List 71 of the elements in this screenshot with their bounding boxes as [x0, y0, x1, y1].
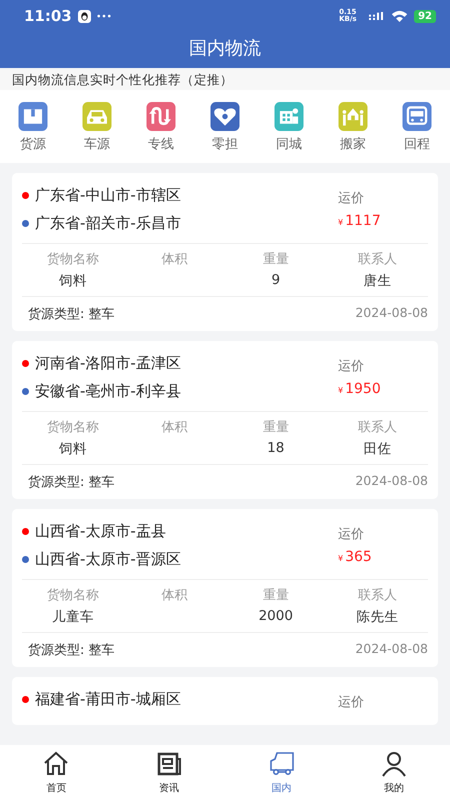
origin-place: 山西省-太原市-盂县 — [35, 522, 166, 540]
column-header: 重量 — [262, 251, 290, 268]
category-label[interactable]: 车源 — [84, 135, 110, 153]
post-date: 2024-08-08 — [355, 473, 428, 490]
post-date: 2024-08-08 — [355, 305, 428, 322]
listing-card[interactable]: 福建省-莆田市-城厢区 运价 — [12, 677, 438, 725]
category-label[interactable]: 零担 — [212, 135, 238, 153]
price-label: 运价 — [338, 190, 365, 207]
post-date: 2024-08-08 — [355, 641, 428, 658]
cell-value: 田佐 — [362, 440, 392, 458]
nav-tab[interactable]: 国内 — [241, 745, 322, 800]
origin-place: 广东省-中山市-市辖区 — [35, 186, 181, 204]
column-header: 体积 — [160, 419, 188, 436]
origin-dot — [22, 192, 29, 198]
cell-value: 9 — [270, 272, 282, 290]
destination-dot — [22, 556, 29, 562]
price-label: 运价 — [338, 526, 365, 543]
price-value: ¥1117 — [338, 213, 382, 229]
price-value: ¥1950 — [338, 381, 382, 397]
cargo-type: 货源类型: 整车 — [28, 642, 115, 659]
price-value: ¥365 — [338, 549, 373, 565]
cell-value: 饲料 — [58, 272, 88, 290]
nav-tab[interactable]: 资讯 — [128, 745, 209, 800]
origin-dot — [22, 696, 29, 702]
price-label: 运价 — [338, 694, 365, 711]
cargo-type: 货源类型: 整车 — [28, 306, 115, 323]
column-header: 重量 — [262, 419, 290, 436]
column-header: 联系人 — [356, 587, 398, 604]
cell-value: 18 — [266, 440, 286, 458]
more-notifications-icon — [96, 14, 111, 18]
category-label[interactable]: 搬家 — [340, 135, 366, 153]
app-notification-icon — [78, 10, 91, 22]
cell-value: 唐生 — [362, 272, 392, 290]
cell-value: 2000 — [258, 608, 294, 626]
origin-dot — [22, 360, 29, 366]
battery-level: 92 — [414, 10, 436, 22]
destination-dot — [22, 388, 29, 394]
column-header: 联系人 — [356, 251, 398, 268]
signal-icon — [369, 11, 386, 21]
destination-dot — [22, 220, 29, 226]
column-header: 货物名称 — [46, 419, 100, 436]
price-label: 运价 — [338, 358, 365, 375]
listing-card[interactable]: 广东省-中山市-市辖区 广东省-韶关市-乐昌市 运价 ¥1117 货物名称 体积 重量 联系人 饲料 9 唐生 货源类型: 整车 2024-08-08 — [12, 173, 438, 331]
cell-value: 陈先生 — [355, 608, 400, 626]
notice-text: 国内物流信息实时个性化推荐（定推） — [0, 70, 450, 90]
destination-place: 山西省-太原市-晋源区 — [35, 550, 181, 568]
column-header: 体积 — [160, 251, 188, 268]
column-header: 重量 — [262, 587, 290, 604]
cell-value: 饲料 — [58, 440, 88, 458]
cell-value: 儿童车 — [50, 608, 95, 626]
origin-place: 河南省-洛阳市-孟津区 — [35, 354, 181, 372]
category-label[interactable]: 货源 — [20, 135, 46, 153]
category-label[interactable]: 专线 — [148, 135, 174, 153]
column-header: 货物名称 — [46, 251, 100, 268]
page-title: 国内物流 — [188, 37, 262, 61]
column-header: 联系人 — [356, 419, 398, 436]
destination-place: 广东省-韶关市-乐昌市 — [35, 214, 181, 232]
column-header: 体积 — [160, 587, 188, 604]
listing-card[interactable]: 河南省-洛阳市-孟津区 安徽省-亳州市-利辛县 运价 ¥1950 货物名称 体积 重量 联系人 饲料 18 田佐 货源类型: 整车 2024-08-08 — [12, 341, 438, 499]
column-header: 货物名称 — [46, 587, 100, 604]
nav-tab[interactable]: 我的 — [354, 745, 434, 800]
status-time: 11:03 — [24, 7, 72, 25]
wifi-icon — [391, 10, 408, 22]
cargo-type: 货源类型: 整车 — [28, 474, 115, 491]
category-label[interactable]: 同城 — [276, 135, 302, 153]
listing-card[interactable]: 山西省-太原市-盂县 山西省-太原市-晋源区 运价 ¥365 货物名称 体积 重量 联系人 儿童车 2000 陈先生 货源类型: 整车 2024-08-08 — [12, 509, 438, 667]
category-label[interactable]: 回程 — [404, 135, 430, 153]
origin-place: 福建省-莆田市-城厢区 — [35, 690, 181, 708]
destination-place: 安徽省-亳州市-利辛县 — [35, 382, 181, 400]
origin-dot — [22, 528, 29, 534]
nav-tab[interactable]: 首页 — [16, 745, 96, 800]
